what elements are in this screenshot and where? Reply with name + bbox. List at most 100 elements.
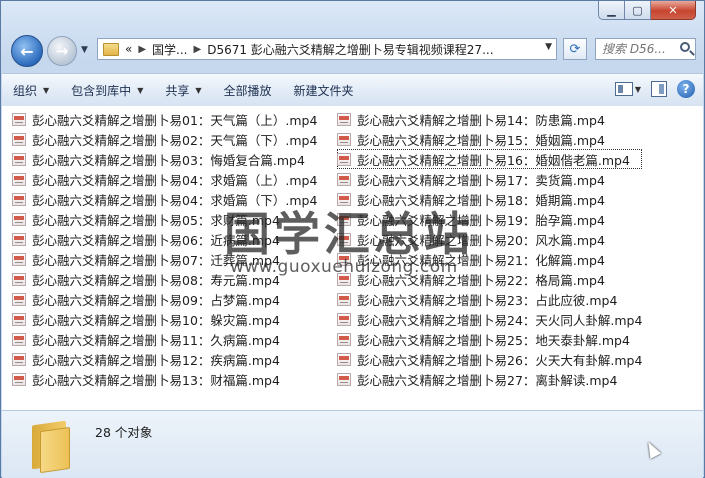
view-dropdown-icon[interactable]: ▼	[635, 85, 641, 94]
file-item[interactable]: 彭心融六爻精解之增删卜易04：求婚篇（上）.mp4	[12, 169, 317, 189]
minimize-button[interactable]: ▁	[598, 1, 625, 20]
large-folder-icon	[28, 419, 72, 474]
organize-label: 组织	[13, 83, 38, 98]
file-item[interactable]: 彭心融六爻精解之增删卜易24：天火同人卦解.mp4	[337, 309, 642, 329]
file-name: 彭心融六爻精解之增删卜易25：地天泰卦解.mp4	[357, 332, 630, 348]
breadcrumb-current[interactable]: D5671 彭心融六爻精解之增删卜易专辑视频课程27...	[207, 41, 493, 58]
include-in-library-label: 包含到库中	[71, 83, 132, 98]
mp4-file-icon	[337, 232, 351, 246]
search-box[interactable]	[595, 38, 696, 60]
file-item[interactable]: 彭心融六爻精解之增删卜易08：寿元篇.mp4	[12, 269, 317, 289]
change-view-icon[interactable]	[614, 82, 633, 96]
file-name: 彭心融六爻精解之增删卜易15：婚姻篇.mp4	[357, 132, 605, 148]
forward-arrow-icon[interactable]: →	[47, 36, 77, 66]
file-item[interactable]: 彭心融六爻精解之增删卜易22：格局篇.mp4	[337, 269, 642, 289]
share-button[interactable]: 共享 ▼	[154, 76, 212, 104]
close-button[interactable]: ✕	[651, 1, 696, 20]
preview-pane-icon[interactable]	[651, 81, 667, 97]
mp4-file-icon	[12, 352, 26, 366]
details-pane: 28 个对象	[2, 410, 703, 478]
mp4-file-icon	[337, 152, 351, 166]
file-item[interactable]: 彭心融六爻精解之增删卜易03：悔婚复合篇.mp4	[12, 149, 317, 169]
mp4-file-icon	[337, 272, 351, 286]
file-name: 彭心融六爻精解之增删卜易27：离卦解读.mp4	[357, 372, 618, 388]
mp4-file-icon	[12, 272, 26, 286]
organize-button[interactable]: 组织 ▼	[2, 76, 60, 104]
file-name: 彭心融六爻精解之增删卜易12：疾病篇.mp4	[32, 352, 280, 368]
file-item[interactable]: 彭心融六爻精解之增删卜易20：风水篇.mp4	[337, 229, 642, 249]
caption-buttons: ▁ ▢ ✕	[598, 1, 696, 20]
chevron-right-icon: ▶	[193, 43, 202, 55]
file-item[interactable]: 彭心融六爻精解之增删卜易13：财福篇.mp4	[12, 369, 317, 389]
toolbar-right-group: ▼ ?	[614, 80, 695, 98]
help-icon[interactable]: ?	[677, 80, 695, 98]
new-folder-label: 新建文件夹	[293, 83, 354, 98]
file-item-focused[interactable]: 彭心融六爻精解之增删卜易16：婚姻偕老篇.mp4	[337, 149, 643, 169]
explorer-window: ▁ ▢ ✕ ← → ▼ « ▶ 国学... ▶ D5671 彭心融六爻精解之增删…	[0, 0, 705, 478]
mp4-file-icon	[337, 372, 351, 386]
file-item[interactable]: 彭心融六爻精解之增删卜易25：地天泰卦解.mp4	[337, 329, 642, 349]
mp4-file-icon	[337, 192, 351, 206]
file-item[interactable]: 彭心融六爻精解之增删卜易26：火天大有卦解.mp4	[337, 349, 642, 369]
mp4-file-icon	[12, 152, 26, 166]
file-name: 彭心融六爻精解之增删卜易17：卖货篇.mp4	[357, 172, 605, 188]
search-icon[interactable]	[680, 42, 690, 52]
file-name: 彭心融六爻精解之增删卜易04：求婚篇（上）.mp4	[32, 172, 318, 188]
item-count: 28 个对象	[95, 425, 153, 440]
file-item[interactable]: 彭心融六爻精解之增删卜易06：近病篇.mp4	[12, 229, 317, 249]
file-name: 彭心融六爻精解之增删卜易07：迁葬篇.mp4	[32, 252, 280, 268]
file-column-2: 彭心融六爻精解之增删卜易14：防患篇.mp4 彭心融六爻精解之增删卜易15：婚姻…	[337, 109, 643, 389]
file-item[interactable]: 彭心融六爻精解之增删卜易11：久病篇.mp4	[12, 329, 317, 349]
play-all-button[interactable]: 全部播放	[213, 76, 283, 104]
mp4-file-icon	[12, 292, 26, 306]
file-item[interactable]: 彭心融六爻精解之增删卜易07：迁葬篇.mp4	[12, 249, 317, 269]
folder-icon	[103, 42, 119, 56]
command-bar: 组织 ▼ 包含到库中 ▼ 共享 ▼ 全部播放 新建文件夹 ▼ ?	[2, 73, 703, 107]
file-name: 彭心融六爻精解之增删卜易01：天气篇（上）.mp4	[32, 112, 318, 128]
breadcrumb-overflow[interactable]: «	[125, 42, 132, 56]
file-item[interactable]: 彭心融六爻精解之增删卜易14：防患篇.mp4	[337, 109, 642, 129]
mp4-file-icon	[337, 172, 351, 186]
recent-pages-dropdown-icon[interactable]: ▼	[81, 45, 88, 55]
file-item[interactable]: 彭心融六爻精解之增删卜易12：疾病篇.mp4	[12, 349, 317, 369]
file-item[interactable]: 彭心融六爻精解之增删卜易23：占此应彼.mp4	[337, 289, 642, 309]
file-name: 彭心融六爻精解之增删卜易10：躲灾篇.mp4	[32, 312, 280, 328]
include-in-library-button[interactable]: 包含到库中 ▼	[60, 76, 154, 104]
file-item[interactable]: 彭心融六爻精解之增删卜易17：卖货篇.mp4	[337, 169, 642, 189]
mp4-file-icon	[12, 112, 26, 126]
chevron-down-icon: ▼	[195, 85, 202, 95]
address-dropdown-icon[interactable]: ▼	[545, 42, 552, 52]
file-name: 彭心融六爻精解之增删卜易24：天火同人卦解.mp4	[357, 312, 643, 328]
file-name: 彭心融六爻精解之增删卜易19：胎孕篇.mp4	[357, 212, 605, 228]
mp4-file-icon	[12, 372, 26, 386]
file-item[interactable]: 彭心融六爻精解之增删卜易21：化解篇.mp4	[337, 249, 642, 269]
file-item[interactable]: 彭心融六爻精解之增删卜易04：求婚篇（下）.mp4	[12, 189, 317, 209]
file-name: 彭心融六爻精解之增删卜易11：久病篇.mp4	[32, 332, 280, 348]
back-arrow-icon[interactable]: ←	[11, 35, 43, 67]
search-input[interactable]	[602, 42, 672, 56]
file-name: 彭心融六爻精解之增删卜易21：化解篇.mp4	[357, 252, 605, 268]
mp4-file-icon	[12, 332, 26, 346]
mp4-file-icon	[12, 172, 26, 186]
new-folder-button[interactable]: 新建文件夹	[283, 76, 365, 104]
file-item[interactable]: 彭心融六爻精解之增删卜易10：躲灾篇.mp4	[12, 309, 317, 329]
file-item[interactable]: 彭心融六爻精解之增删卜易19：胎孕篇.mp4	[337, 209, 642, 229]
breadcrumb-parent[interactable]: 国学...	[152, 41, 187, 58]
mp4-file-icon	[12, 232, 26, 246]
file-item[interactable]: 彭心融六爻精解之增删卜易02：天气篇（下）.mp4	[12, 129, 317, 149]
file-name: 彭心融六爻精解之增删卜易18：婚期篇.mp4	[357, 192, 605, 208]
mp4-file-icon	[337, 292, 351, 306]
mp4-file-icon	[12, 132, 26, 146]
file-item[interactable]: 彭心融六爻精解之增删卜易18：婚期篇.mp4	[337, 189, 642, 209]
file-item[interactable]: 彭心融六爻精解之增删卜易27：离卦解读.mp4	[337, 369, 642, 389]
refresh-icon[interactable]: ⟳	[563, 38, 587, 60]
file-item[interactable]: 彭心融六爻精解之增删卜易01：天气篇（上）.mp4	[12, 109, 317, 129]
file-item[interactable]: 彭心融六爻精解之增删卜易15：婚姻篇.mp4	[337, 129, 642, 149]
file-item[interactable]: 彭心融六爻精解之增删卜易05：求财篇.mp4	[12, 209, 317, 229]
maximize-button[interactable]: ▢	[625, 1, 651, 20]
file-name: 彭心融六爻精解之增删卜易09：占梦篇.mp4	[32, 292, 280, 308]
mp4-file-icon	[337, 332, 351, 346]
file-name: 彭心融六爻精解之增删卜易20：风水篇.mp4	[357, 232, 605, 248]
address-bar[interactable]: « ▶ 国学... ▶ D5671 彭心融六爻精解之增删卜易专辑视频课程27..…	[97, 38, 557, 60]
file-item[interactable]: 彭心融六爻精解之增删卜易09：占梦篇.mp4	[12, 289, 317, 309]
